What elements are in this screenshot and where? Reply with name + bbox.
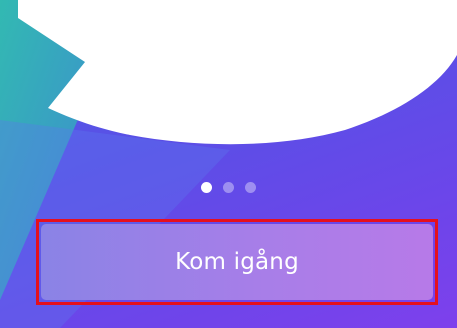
page-indicator-dot[interactable] <box>245 182 256 193</box>
get-started-button-label: Kom igång <box>175 249 299 275</box>
page-indicator-dot-active[interactable] <box>201 182 212 193</box>
get-started-button[interactable]: Kom igång <box>41 224 433 300</box>
onboarding-screen: Kom igång <box>0 0 457 328</box>
white-illustration-blob <box>18 0 457 145</box>
page-indicator <box>0 182 457 193</box>
page-indicator-dot[interactable] <box>223 182 234 193</box>
